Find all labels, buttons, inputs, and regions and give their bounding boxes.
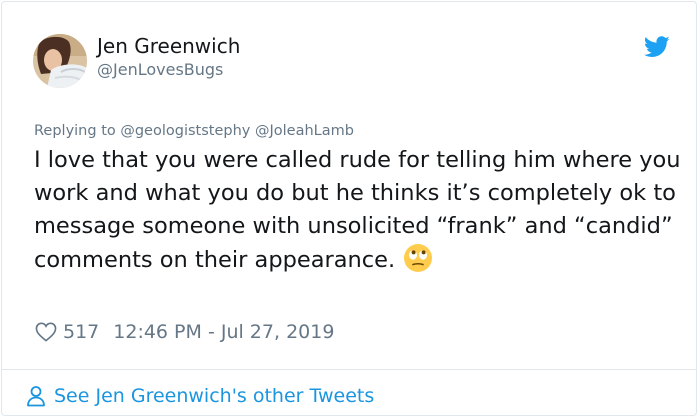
tweet-meta: 517 12:46 PM - Jul 27, 2019 xyxy=(35,319,334,345)
person-icon xyxy=(27,386,45,407)
author-name[interactable]: Jen Greenwich xyxy=(97,34,240,58)
replying-to[interactable]: Replying to @geologiststephy @JoleahLamb xyxy=(34,122,354,140)
tweet-timestamp[interactable]: 12:46 PM - Jul 27, 2019 xyxy=(113,321,334,343)
rolling-eyes-emoji-icon xyxy=(403,243,433,273)
tweet-text-block: I love that you were called rude for tel… xyxy=(34,144,682,277)
divider xyxy=(2,369,696,370)
like-count[interactable]: 517 xyxy=(63,321,99,343)
twitter-bird-icon[interactable] xyxy=(643,36,670,58)
see-other-tweets-label: See Jen Greenwich's other Tweets xyxy=(54,385,375,407)
tweet-text: I love that you were called rude for tel… xyxy=(34,147,681,273)
avatar[interactable] xyxy=(33,34,87,88)
author-handle[interactable]: @JenLovesBugs xyxy=(97,60,223,80)
see-other-tweets-link[interactable]: See Jen Greenwich's other Tweets xyxy=(26,382,374,410)
tweet-card: Jen Greenwich @JenLovesBugs Replying to … xyxy=(1,1,697,416)
heart-icon[interactable] xyxy=(35,322,57,342)
